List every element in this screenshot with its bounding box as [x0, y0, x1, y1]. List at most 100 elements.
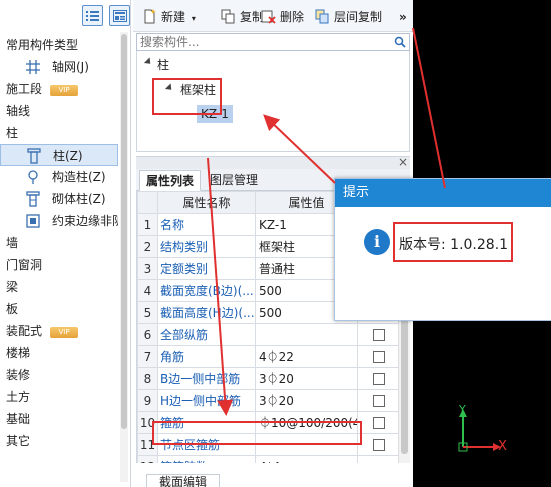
category-decoration[interactable]: 装修: [0, 364, 118, 386]
row-number: 2: [137, 235, 158, 258]
attach-checkbox[interactable]: [372, 373, 385, 385]
list-view-icon: [86, 10, 99, 21]
copy-icon: [221, 9, 235, 24]
category-label: 装配式: [6, 324, 43, 338]
attach-cell: [357, 323, 400, 346]
category-beam[interactable]: 梁: [0, 276, 118, 298]
component-type-tree: 常用构件类型 轴网(J) 施工段 VIP 轴线 柱 柱(Z) 构造柱(Z) 砌体…: [0, 34, 118, 452]
tab-property-list[interactable]: 属性列表: [139, 170, 202, 191]
header-num: [137, 191, 158, 214]
more-button[interactable]: »: [399, 9, 407, 25]
attach-checkbox[interactable]: [372, 351, 385, 363]
sub-item-constraint-edge[interactable]: 约束边缘非阴: [0, 210, 118, 232]
sub-item-label: 砌体柱(Z): [52, 192, 106, 206]
property-name: 截面高度(H边)(...: [157, 301, 256, 324]
category-label: 梁: [6, 280, 19, 294]
delete-button[interactable]: 删除: [261, 9, 304, 25]
table-row[interactable]: 7 角筋 4⏀22: [137, 345, 400, 368]
left-scrollbar[interactable]: [120, 32, 128, 482]
masonry-column-icon: [26, 191, 40, 207]
category-common[interactable]: 常用构件类型: [0, 34, 118, 56]
search-icon[interactable]: [394, 36, 406, 48]
row-number: 4: [137, 279, 158, 302]
search-input[interactable]: [137, 34, 387, 50]
property-name: 全部纵筋: [157, 323, 256, 346]
attach-checkbox[interactable]: [372, 329, 385, 341]
attach-cell: [357, 345, 400, 368]
attach-checkbox[interactable]: [372, 417, 385, 429]
category-label: 土方: [6, 390, 31, 404]
row-number: 8: [137, 367, 158, 390]
property-value[interactable]: 4⏀22: [255, 345, 358, 368]
new-button[interactable]: 新建 ▾: [142, 9, 196, 25]
table-row[interactable]: 12箍筋肢数4*4: [137, 455, 400, 463]
category-label: 基础: [6, 412, 31, 426]
sub-item-label: 柱(Z): [53, 149, 83, 163]
row-number: 9: [137, 389, 158, 412]
close-icon[interactable]: ×: [398, 155, 408, 169]
category-foundation[interactable]: 基础: [0, 408, 118, 430]
category-wall[interactable]: 墙: [0, 232, 118, 254]
scrollbar-thumb[interactable]: [121, 34, 127, 429]
tab-section-edit[interactable]: 截面编辑: [146, 474, 220, 487]
floor-copy-button[interactable]: 层间复制: [315, 9, 382, 25]
category-label: 装修: [6, 368, 31, 382]
table-row[interactable]: 8 B边一侧中部筋 3⏀20: [137, 367, 400, 390]
annotation-box-frame-column: [152, 78, 222, 115]
dialog-title: 提示: [335, 179, 551, 207]
category-label: 常用构件类型: [6, 38, 79, 52]
card-view-icon: [112, 9, 127, 22]
grid-axis-icon: [26, 60, 40, 74]
property-name: 箍筋肢数: [157, 455, 256, 463]
card-view-button[interactable]: [109, 5, 130, 26]
category-construction-section[interactable]: 施工段 VIP: [0, 78, 118, 100]
property-name: 名称: [157, 213, 256, 236]
sub-item-construct-column[interactable]: 构造柱(Z): [0, 166, 118, 188]
category-prefab[interactable]: 装配式 VIP: [0, 320, 118, 342]
sub-item-label: 轴网(J): [52, 60, 89, 74]
attach-checkbox[interactable]: [372, 439, 385, 451]
list-view-button[interactable]: [82, 5, 103, 26]
category-axis[interactable]: 轴线: [0, 100, 118, 122]
property-value[interactable]: [255, 323, 358, 346]
category-openings[interactable]: 门窗洞: [0, 254, 118, 276]
category-earthwork[interactable]: 土方: [0, 386, 118, 408]
category-slab[interactable]: 板: [0, 298, 118, 320]
x-axis-label: X: [498, 439, 507, 454]
category-label: 轴线: [6, 104, 31, 118]
expand-arrow-icon[interactable]: [143, 57, 154, 67]
tree-node-column[interactable]: 柱: [157, 56, 169, 74]
annotation-box-node-stirrup: [152, 421, 362, 445]
attach-checkbox[interactable]: [372, 395, 385, 407]
header-name: 属性名称: [157, 191, 256, 214]
property-name: B边一侧中部筋: [157, 367, 256, 390]
property-panel-titlebar: ×: [136, 155, 410, 169]
table-row[interactable]: 9 H边一侧中部筋 3⏀20: [137, 389, 400, 412]
sub-item-label: 构造柱(Z): [52, 170, 106, 184]
property-value[interactable]: 3⏀20: [255, 367, 358, 390]
property-name: 定额类别: [157, 257, 256, 280]
category-other[interactable]: 其它: [0, 430, 118, 452]
category-stairs[interactable]: 楼梯: [0, 342, 118, 364]
category-column[interactable]: 柱: [0, 122, 118, 144]
sub-item-column[interactable]: 柱(Z): [0, 144, 118, 166]
left-toolbar: [0, 0, 130, 30]
vip-badge: VIP: [50, 85, 79, 96]
sub-item-grid[interactable]: 轴网(J): [0, 56, 118, 78]
construct-column-icon: [28, 170, 38, 184]
category-label: 楼梯: [6, 346, 31, 360]
property-value[interactable]: 3⏀20: [255, 389, 358, 412]
column-icon: [27, 148, 41, 164]
tab-layer-management[interactable]: 图层管理: [204, 170, 264, 191]
category-label: 门窗洞: [6, 258, 43, 272]
chevron-down-icon: ▾: [191, 14, 196, 23]
table-row[interactable]: 6 全部纵筋: [137, 323, 400, 346]
sub-item-masonry-column[interactable]: 砌体柱(Z): [0, 188, 118, 210]
attach-cell: [357, 433, 400, 456]
attach-cell: [357, 411, 400, 434]
category-label: 施工段: [6, 82, 43, 96]
property-value[interactable]: 4*4: [255, 455, 358, 463]
copy-button[interactable]: 复制: [221, 9, 264, 25]
property-name: H边一侧中部筋: [157, 389, 256, 412]
row-number: 12: [137, 455, 158, 463]
